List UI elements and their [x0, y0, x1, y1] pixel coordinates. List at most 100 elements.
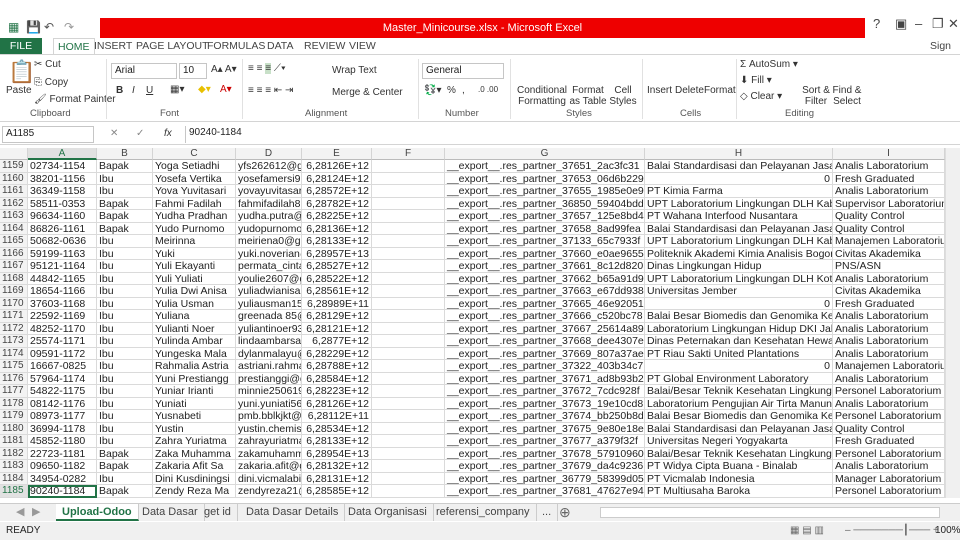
cell-E[interactable]: 6,28584E+12	[302, 372, 372, 385]
cell-E[interactable]: 6,28954E+13	[302, 447, 372, 460]
align-top-icons[interactable]: ≡ ≡ ≡ ⟋▾	[248, 63, 286, 74]
cell-C[interactable]: Yova Yuvitasari	[153, 185, 236, 198]
cell-A[interactable]: 08973-1177	[28, 410, 97, 423]
cell-D[interactable]: dylanmalayu@g	[236, 347, 302, 360]
cell-E[interactable]: 6,28229E+12	[302, 347, 372, 360]
cell-C[interactable]: Yoga Setiadhi	[153, 160, 236, 173]
cell-E[interactable]: 6,28132E+12	[302, 460, 372, 473]
cell-A[interactable]: 54822-1175	[28, 385, 97, 398]
cell-A[interactable]: 38201-1156	[28, 172, 97, 185]
cell-F[interactable]	[372, 422, 445, 435]
row-header[interactable]: 1182	[0, 447, 28, 460]
currency-icon[interactable]: 💱▾	[424, 85, 441, 96]
row-header[interactable]: 1180	[0, 422, 28, 435]
new-sheet-button[interactable]: ⊕	[553, 504, 577, 521]
bold-button[interactable]: B	[116, 85, 123, 96]
cell-B[interactable]: Ibu	[97, 435, 153, 448]
cell-B[interactable]: Ibu	[97, 260, 153, 273]
cell-A[interactable]: 22723-1181	[28, 447, 97, 460]
cell-F[interactable]	[372, 160, 445, 173]
cut-button[interactable]: ✂ Cut	[34, 59, 61, 70]
cell-C[interactable]: Zakaria Afit Sa	[153, 460, 236, 473]
cell-C[interactable]: Yuli Ekayanti	[153, 260, 236, 273]
cell-B[interactable]: Ibu	[97, 360, 153, 373]
cell-G[interactable]: __export__.res_partner_37674_bb250b8d	[445, 410, 645, 423]
column-header-B[interactable]: B	[97, 148, 153, 160]
cell-H[interactable]: Universitas Jember	[645, 285, 833, 298]
row-header[interactable]: 1165	[0, 235, 28, 248]
cell-A[interactable]: 02734-1154	[28, 160, 97, 173]
cell-F[interactable]	[372, 397, 445, 410]
cell-H[interactable]: PT Riau Sakti United Plantations	[645, 347, 833, 360]
cell-E[interactable]: 6,28561E+12	[302, 285, 372, 298]
sheet-tab[interactable]: referensi_company	[430, 504, 537, 521]
cell-B[interactable]: Ibu	[97, 272, 153, 285]
insert-function-button[interactable]: fx	[164, 128, 172, 139]
cell-I[interactable]: Personel Laboratorium	[833, 447, 945, 460]
cell-G[interactable]: __export__.res_partner_37677_a379f32f	[445, 435, 645, 448]
cell-I[interactable]: Quality Control	[833, 222, 945, 235]
cell-E[interactable]: 6,28124E+12	[302, 172, 372, 185]
paste-button[interactable]: Paste	[6, 85, 32, 96]
cell-E[interactable]: 6,28572E+12	[302, 185, 372, 198]
cell-C[interactable]: Yosefa Vertika	[153, 172, 236, 185]
zoom-slider[interactable]: – ───────┃─── +	[845, 522, 939, 540]
cell-C[interactable]: Rahmalia Astria	[153, 360, 236, 373]
cell-F[interactable]	[372, 410, 445, 423]
fill-button[interactable]: ⬇ Fill ▾	[740, 75, 772, 86]
cell-I[interactable]: Personel Laboratorium	[833, 485, 945, 498]
row-header[interactable]: 1166	[0, 247, 28, 260]
cell-D[interactable]: yuni.yuniati567@	[236, 397, 302, 410]
cell-E[interactable]: 6,28225E+12	[302, 210, 372, 223]
cell-B[interactable]: Bapak	[97, 460, 153, 473]
italic-button[interactable]: I	[132, 85, 135, 96]
cell-C[interactable]: Yuni Prestiangg	[153, 372, 236, 385]
clear-button[interactable]: ◇ Clear ▾	[740, 91, 782, 102]
cell-C[interactable]: Fahmi Fadilah	[153, 197, 236, 210]
tab-review[interactable]: REVIEW	[304, 38, 345, 54]
cell-E[interactable]: 6,28788E+12	[302, 360, 372, 373]
insert-cells-button[interactable]: Insert	[647, 85, 672, 96]
cell-C[interactable]: Yuniar Irianti	[153, 385, 236, 398]
number-format-select[interactable]: General	[422, 63, 504, 79]
cell-E[interactable]: 6,28112E+11	[302, 410, 372, 423]
cell-H[interactable]: Balai Standardisasi dan Pelayanan Jasa I…	[645, 160, 833, 173]
font-name-select[interactable]: Arial	[111, 63, 177, 79]
cell-D[interactable]: permata_cinta7	[236, 260, 302, 273]
cell-G[interactable]: __export__.res_partner_36850_59404bdd	[445, 197, 645, 210]
cell-I[interactable]: Manager Laboratorium	[833, 472, 945, 485]
cell-I[interactable]: Civitas Akademika	[833, 285, 945, 298]
cell-H[interactable]: Balai/Besar Teknik Kesehatan Lingkungan	[645, 385, 833, 398]
cell-A[interactable]: 57964-1174	[28, 372, 97, 385]
cell-I[interactable]: Fresh Graduated	[833, 297, 945, 310]
cell-G[interactable]: __export__.res_partner_37681_47627e94	[445, 485, 645, 498]
ribbon-display-icon[interactable]: ▣	[895, 16, 907, 32]
row-header[interactable]: 1169	[0, 285, 28, 298]
cell-G[interactable]: __export__.res_partner_37668_dee4307e	[445, 335, 645, 348]
cell-D[interactable]: yudha.putra@w	[236, 210, 302, 223]
cell-E[interactable]: 6,28126E+12	[302, 160, 372, 173]
cell-D[interactable]: minnie2506199	[236, 385, 302, 398]
cell-F[interactable]	[372, 185, 445, 198]
cell-I[interactable]: Analis Laboratorium	[833, 335, 945, 348]
row-header[interactable]: 1181	[0, 435, 28, 448]
cell-I[interactable]: Fresh Graduated	[833, 435, 945, 448]
cell-D[interactable]: yuliantinoer93@	[236, 322, 302, 335]
cell-I[interactable]: Quality Control	[833, 422, 945, 435]
cell-A[interactable]: 36994-1178	[28, 422, 97, 435]
cell-E[interactable]: 6,28129E+12	[302, 310, 372, 323]
row-header[interactable]: 1161	[0, 185, 28, 198]
cell-A[interactable]: 36349-1158	[28, 185, 97, 198]
cell-D[interactable]: zakamuhammad	[236, 447, 302, 460]
cell-B[interactable]: Ibu	[97, 172, 153, 185]
cell-F[interactable]	[372, 260, 445, 273]
cell-F[interactable]	[372, 310, 445, 323]
cell-E[interactable]: 6,28131E+12	[302, 472, 372, 485]
zoom-level[interactable]: 100%	[935, 522, 960, 540]
row-header[interactable]: 1173	[0, 335, 28, 348]
cell-D[interactable]: yosefamersi99@	[236, 172, 302, 185]
column-header-E[interactable]: E	[302, 148, 372, 160]
cell-D[interactable]: yfs262612@gm	[236, 160, 302, 173]
cell-D[interactable]: fahmifadilah81@	[236, 197, 302, 210]
tab-page-layout[interactable]: PAGE LAYOUT	[136, 38, 209, 54]
